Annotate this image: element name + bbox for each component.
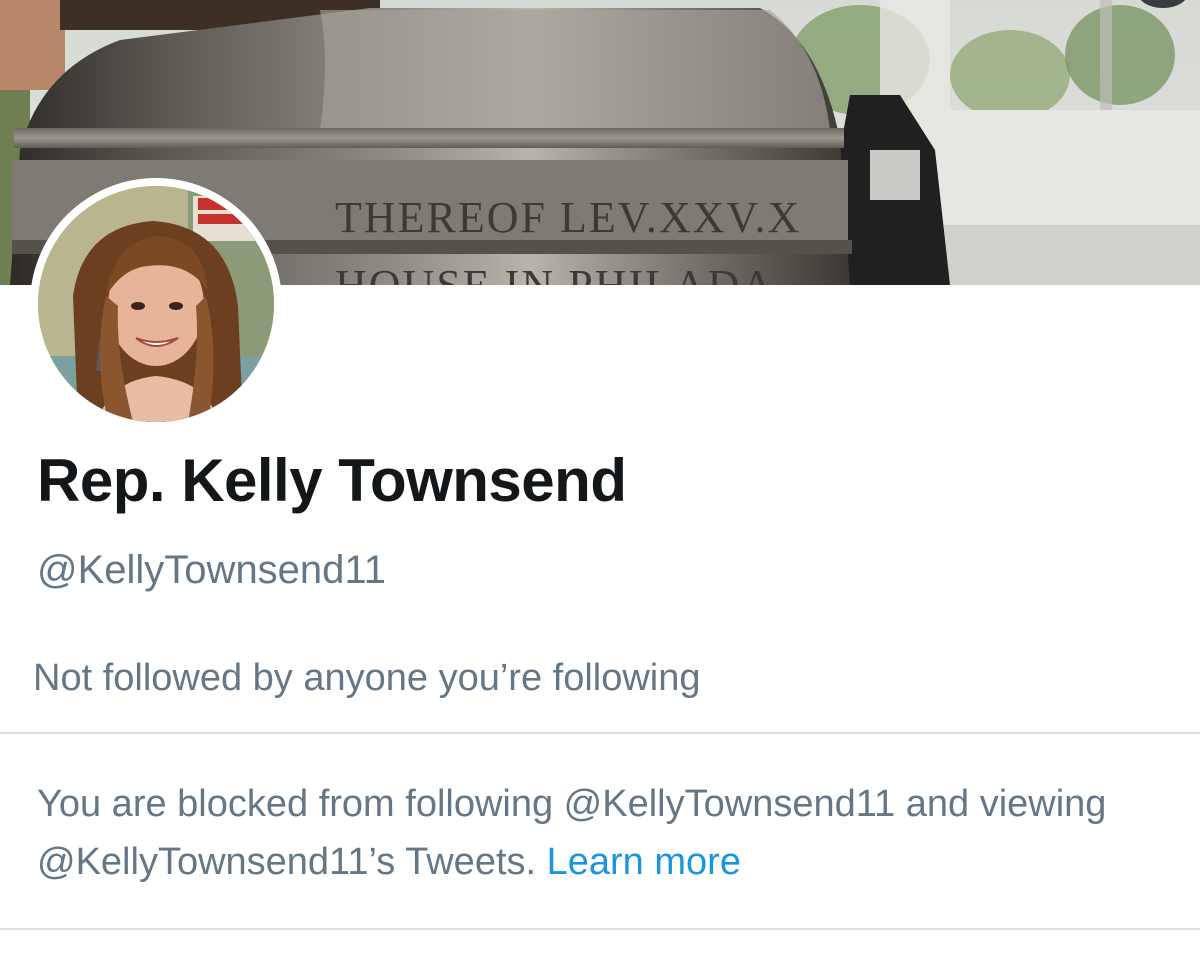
bell-engraving-main: THEREOF LEV.XXV.X — [335, 193, 801, 242]
followed-by-text: Not followed by anyone you’re following — [33, 657, 701, 699]
profile-display-name: Rep. Kelly Townsend — [37, 447, 627, 514]
divider — [0, 732, 1200, 734]
profile-handle: @KellyTownsend11 — [37, 548, 386, 592]
bell-engraving-lower: HOUSE IN PHILADA — [335, 261, 775, 285]
avatar-photo — [38, 186, 274, 422]
profile-page: THEREOF LEV.XXV.X HOUSE IN PHILADA — [0, 0, 1200, 954]
avatar-portrait-graphic — [38, 186, 274, 422]
divider — [0, 928, 1200, 930]
learn-more-link[interactable]: Learn more — [547, 841, 741, 883]
blocked-notice: You are blocked from following @KellyTow… — [37, 775, 1187, 891]
profile-avatar[interactable] — [30, 178, 282, 430]
